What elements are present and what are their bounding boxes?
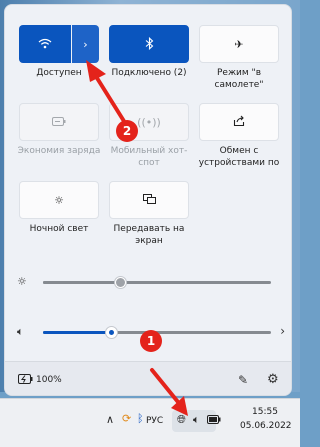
night-light-icon: ☼ <box>54 193 64 207</box>
cast-tile[interactable] <box>109 181 189 219</box>
tile-label-battery-saver: Экономия заряда <box>17 146 101 156</box>
clock-date[interactable]: 05.06.2022 <box>240 421 292 431</box>
chevron-up-icon[interactable]: ∧ <box>106 413 114 426</box>
language-indicator[interactable]: РУС <box>146 416 163 426</box>
brightness-icon: ☼ <box>17 275 27 288</box>
brightness-track[interactable] <box>43 281 271 284</box>
brightness-fill <box>43 281 121 284</box>
sync-icon[interactable]: ⟳ <box>122 412 131 425</box>
annotation-badge-2: 2 <box>116 120 138 142</box>
tile-label-wifi: Доступен <box>36 68 82 78</box>
nearby-sharing-tile[interactable] <box>199 103 279 141</box>
airplane-icon: ✈ <box>234 37 244 51</box>
brightness-slider-row: ☼ <box>17 272 285 292</box>
battery-tray-icon <box>207 414 221 427</box>
brightness-slider-thumb[interactable] <box>114 276 128 289</box>
volume-fill <box>43 331 112 334</box>
tile-label-hotspot: Мобильный хот-спот <box>110 146 188 168</box>
bluetooth-icon <box>145 36 154 52</box>
battery-charging-icon <box>18 374 33 387</box>
tile-label-nearby-share: Обмен с устройствами по <box>198 146 280 168</box>
volume-slider-thumb[interactable] <box>104 326 118 339</box>
night-light-tile[interactable]: ☼ <box>19 181 99 219</box>
cast-icon <box>142 193 156 207</box>
edit-pencil-icon[interactable]: ✎ <box>238 373 248 387</box>
battery-percentage: 100% <box>36 375 62 385</box>
annotation-badge-1: 1 <box>140 330 162 352</box>
network-globe-icon: 🌐︎ <box>177 413 186 426</box>
share-icon <box>233 115 245 129</box>
speaker-icon[interactable]: 🔈︎ <box>17 325 24 339</box>
quick-settings-footer: 100% ✎ ⚙ <box>5 361 291 395</box>
chevron-right-icon: › <box>83 37 88 51</box>
settings-gear-icon[interactable]: ⚙ <box>267 372 279 387</box>
taskbar: ∧ ⟳ ᛒ РУС 🌐︎ 🔈︎ 15:55 05.06.2022 <box>0 398 300 447</box>
bluetooth-tray-icon[interactable]: ᛒ <box>137 412 144 425</box>
tile-label-airplane: Режим "в самолете" <box>214 68 264 90</box>
wifi-toggle-button[interactable] <box>19 25 71 63</box>
hotspot-icon: ((•)) <box>137 115 161 129</box>
chevron-right-icon[interactable]: › <box>280 324 285 338</box>
tile-label-cast: Передавать на экран <box>113 224 185 246</box>
volume-tray-icon: 🔈︎ <box>193 413 200 426</box>
tile-label-night-light: Ночной свет <box>29 224 89 234</box>
wifi-icon <box>38 38 52 51</box>
airplane-mode-tile[interactable]: ✈ <box>199 25 279 63</box>
battery-saver-icon <box>52 116 66 128</box>
wifi-tile[interactable]: › <box>19 25 99 63</box>
wifi-networks-button[interactable]: › <box>72 25 99 63</box>
bluetooth-tile[interactable] <box>109 25 189 63</box>
battery-saver-tile[interactable] <box>19 103 99 141</box>
tile-label-bluetooth: Подключено (2) <box>111 68 187 78</box>
clock-time[interactable]: 15:55 <box>252 407 278 417</box>
